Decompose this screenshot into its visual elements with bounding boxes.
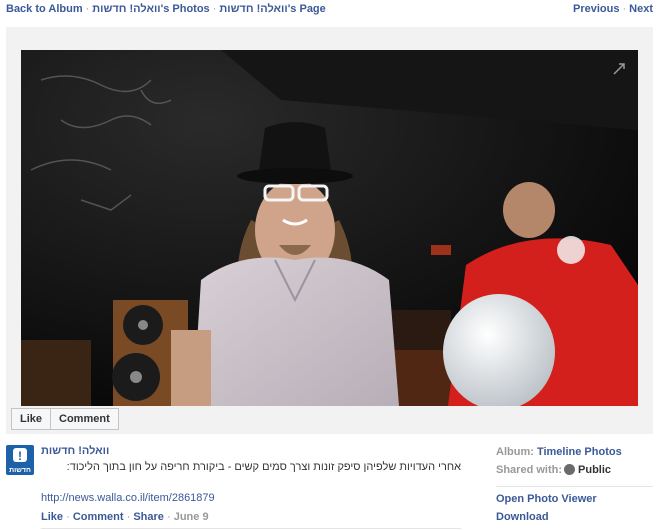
logo-graphic: ! חדשות [9,448,31,474]
meta-separator: · [66,511,70,523]
expand-arrow-icon[interactable] [612,62,626,76]
logo-mark: ! [18,449,22,463]
photo-nav-bar: Back to Album · וואלה! חדשות's Photos · וואל… [6,3,653,19]
photo-image [21,50,638,406]
page-name-link[interactable]: וואלה! חדשות [41,445,109,457]
back-to-album-link[interactable]: Back to Album [6,3,83,15]
meta-separator: · [126,511,131,523]
pager: Previous · Next [573,3,653,15]
breadcrumb-separator: · [212,3,217,15]
photo-info-panel: Album: Timeline Photos Shared with: Publi… [496,445,653,528]
breadcrumb-separator: · [85,3,90,15]
album-link[interactable]: Timeline Photos [537,446,622,458]
divider [41,528,461,529]
album-row: Album: Timeline Photos [496,445,653,463]
post-like-link[interactable]: Like [41,511,63,523]
breadcrumb: Back to Album · וואלה! חדשות's Photos · וואל… [6,3,326,15]
pager-separator: · [622,3,627,15]
photo[interactable] [21,50,638,406]
page-link[interactable]: וואלה! חדשות's Page [219,3,325,15]
privacy-value[interactable]: Public [578,464,611,476]
walla-news-logo[interactable]: ! חדשות [6,445,34,475]
download-link[interactable]: Download [496,510,653,528]
next-link[interactable]: Next [629,3,653,15]
album-label: Album: [496,446,534,458]
white-balloon [443,294,555,406]
globe-icon [564,464,576,475]
page-photos-link[interactable]: וואלה! חדשות's Photos [92,3,209,15]
post-meta: Like · Comment · Share · June 9 [41,511,209,523]
post-comment-link[interactable]: Comment [73,511,124,523]
divider [496,486,653,487]
shared-with-label: Shared with: [496,464,563,476]
shared-with-row: Shared with: Public [496,463,653,481]
meta-separator: · [166,511,171,523]
photo-stage [6,27,653,434]
logo-text: חדשות [9,467,31,474]
comment-button[interactable]: Comment [51,408,119,430]
photo-actions: Like Comment [11,408,119,430]
post-share-link[interactable]: Share [133,511,164,523]
like-button[interactable]: Like [11,408,52,430]
post-text: אחרי העדויות שלפיהן סיפק זונות וצרך סמים… [66,461,461,473]
post-link[interactable]: http://news.walla.co.il/item/2861879 [41,492,215,504]
post-date[interactable]: June 9 [174,511,209,523]
open-photo-viewer-link[interactable]: Open Photo Viewer [496,492,653,510]
previous-link[interactable]: Previous [573,3,619,15]
